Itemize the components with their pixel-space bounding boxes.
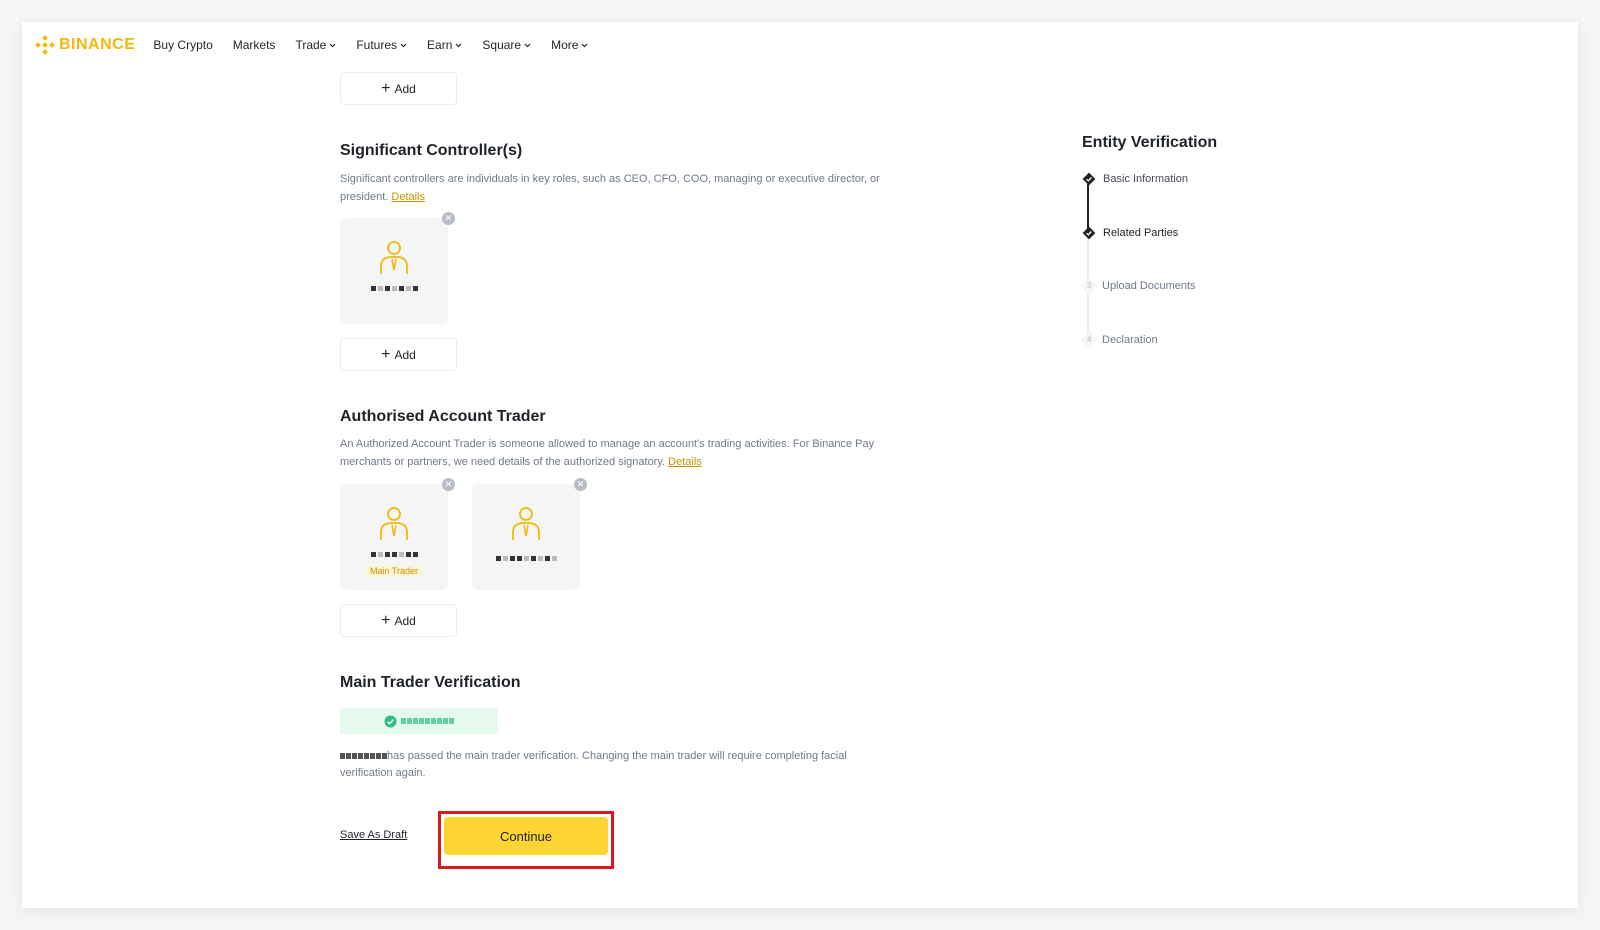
plus-icon: + [381, 79, 391, 97]
significant-controllers-description: Significant controllers are individuals … [340, 170, 920, 206]
redacted-name [370, 552, 418, 559]
main-trader-note: has passed the main trader verification.… [340, 748, 900, 782]
details-link[interactable]: Details [391, 191, 425, 203]
nav-item-more[interactable]: More [551, 38, 588, 52]
nav-item-square[interactable]: Square [482, 38, 531, 52]
nav-item-markets[interactable]: Markets [233, 38, 276, 52]
step-upload-documents: 3 Upload Documents [1080, 277, 1196, 295]
step-basic-information[interactable]: Basic Information [1082, 172, 1188, 186]
step-done-icon [1082, 172, 1096, 186]
nav-item-label: Buy Crypto [153, 38, 213, 52]
nav-item-futures[interactable]: Futures [356, 38, 407, 52]
redacted-name [401, 718, 454, 724]
check-circle-icon [384, 715, 397, 727]
step-done-icon [1082, 226, 1096, 240]
person-icon [380, 241, 408, 274]
controller-card[interactable]: ✕ [340, 212, 455, 324]
remove-icon[interactable]: ✕ [574, 478, 587, 491]
main-trader-note-text: has passed the main trader verification.… [340, 750, 847, 779]
binance-logo[interactable]: BINANCE [35, 35, 135, 55]
nav-menu: Buy Crypto Markets Trade Futures Earn Sq… [153, 38, 608, 52]
chevron-down-icon [329, 43, 336, 47]
main-trader-verification-title: Main Trader Verification [340, 674, 521, 691]
trader-card[interactable]: ✕ [472, 478, 587, 590]
redacted-name [495, 556, 557, 563]
add-label: Add [394, 81, 416, 96]
add-controller-button[interactable]: + Add [340, 338, 457, 371]
trader-card-main[interactable]: ✕ Main Trader [340, 478, 455, 590]
redacted-name [340, 753, 387, 760]
chevron-down-icon [582, 43, 588, 47]
authorised-trader-title: Authorised Account Trader [340, 408, 546, 425]
save-as-draft-link[interactable]: Save As Draft [340, 829, 407, 841]
step-label: Related Parties [1103, 227, 1179, 239]
verified-status-badge [340, 708, 498, 734]
chevron-down-icon [455, 43, 462, 47]
binance-logo-icon [35, 35, 55, 55]
stepper-title: Entity Verification [1082, 134, 1218, 151]
person-icon [380, 507, 408, 540]
top-navigation: BINANCE Buy Crypto Markets Trade Futures… [22, 22, 1578, 68]
continue-highlight: Continue [438, 811, 614, 869]
plus-icon: + [381, 345, 391, 363]
chevron-down-icon [524, 43, 531, 47]
nav-item-label: Square [482, 38, 522, 52]
step-declaration: 4 Declaration [1080, 331, 1158, 349]
add-beneficial-owner-button[interactable]: + Add [340, 72, 457, 105]
details-link[interactable]: Details [668, 456, 702, 468]
chevron-down-icon [400, 43, 407, 47]
significant-controllers-title: Significant Controller(s) [340, 142, 523, 159]
description-text: An Authorized Account Trader is someone … [340, 438, 875, 468]
remove-icon[interactable]: ✕ [442, 478, 455, 491]
continue-button[interactable]: Continue [444, 817, 608, 855]
nav-item-earn[interactable]: Earn [427, 38, 462, 52]
nav-item-trade[interactable]: Trade [295, 38, 336, 52]
stepper-connector [1087, 180, 1089, 230]
nav-item-label: Markets [232, 38, 276, 52]
step-number: 3 [1080, 277, 1098, 295]
nav-item-buy-crypto[interactable]: Buy Crypto [153, 38, 212, 52]
main-trader-badge: Main Trader [365, 565, 423, 577]
add-label: Add [394, 347, 416, 362]
step-number: 4 [1080, 331, 1098, 349]
remove-icon[interactable]: ✕ [442, 212, 455, 225]
redacted-name [370, 286, 418, 293]
logo-text: BINANCE [59, 36, 136, 53]
app-window: BINANCE Buy Crypto Markets Trade Futures… [22, 22, 1578, 908]
step-label: Declaration [1102, 334, 1158, 346]
step-label: Basic Information [1103, 173, 1188, 185]
step-related-parties[interactable]: Related Parties [1082, 226, 1178, 240]
nav-item-label: More [551, 38, 579, 52]
nav-item-label: Futures [356, 38, 398, 52]
person-icon [512, 507, 540, 540]
verification-stepper: Entity Verification Basic Information Re… [1080, 134, 1342, 349]
add-trader-button[interactable]: + Add [340, 604, 457, 637]
nav-item-label: Earn [427, 38, 453, 52]
nav-item-label: Trade [295, 38, 327, 52]
add-label: Add [394, 613, 416, 628]
authorised-trader-description: An Authorized Account Trader is someone … [340, 435, 920, 471]
step-label: Upload Documents [1102, 280, 1196, 292]
plus-icon: + [381, 611, 391, 629]
